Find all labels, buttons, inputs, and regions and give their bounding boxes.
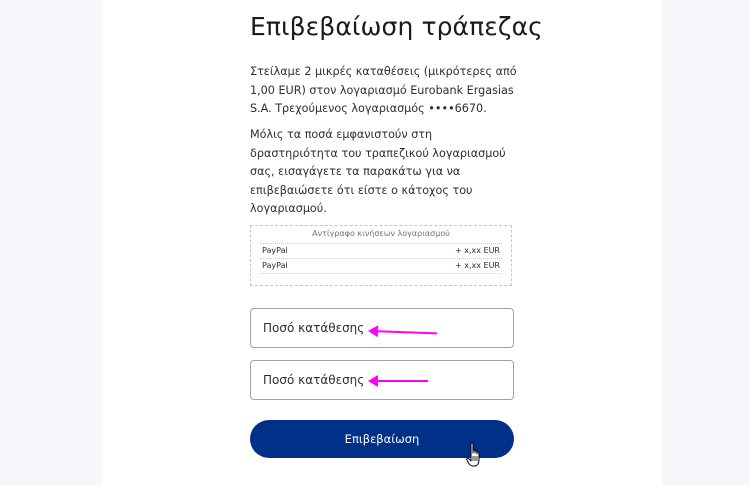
deposit-amount-1-placeholder: Ποσό κατάθεσης [263, 321, 365, 335]
statement-preview: Αντίγραφο κινήσεων λογαριασμού PayPal + … [250, 225, 512, 286]
page-title: Επιβεβαίωση τράπεζας [250, 12, 543, 41]
statement-title: Αντίγραφο κινήσεων λογαριασμού [312, 229, 450, 238]
deposit-amount-2-placeholder: Ποσό κατάθεσης [263, 373, 365, 387]
annotation-arrow-icon [368, 375, 428, 387]
statement-row-amount: + x,xx EUR [454, 261, 500, 270]
deposit-amount-1-field[interactable]: Ποσό κατάθεσης [250, 308, 514, 348]
instructions-text: Μόλις τα ποσά εμφανιστούν στη δραστηριότ… [250, 128, 506, 215]
deposit-info-text: Στείλαμε 2 μικρές καταθέσεις (μικρότερες… [250, 65, 517, 115]
statement-row-name: PayPal [262, 261, 288, 270]
statement-row-name: PayPal [262, 246, 288, 255]
statement-row: PayPal + x,xx EUR [260, 259, 502, 274]
content-card: Επιβεβαίωση τράπεζας Στείλαμε 2 μικρές κ… [102, 0, 662, 485]
statement-row: PayPal + x,xx EUR [260, 243, 502, 259]
hand-cursor-icon [466, 442, 480, 467]
statement-row-amount: + x,xx EUR [454, 246, 500, 255]
